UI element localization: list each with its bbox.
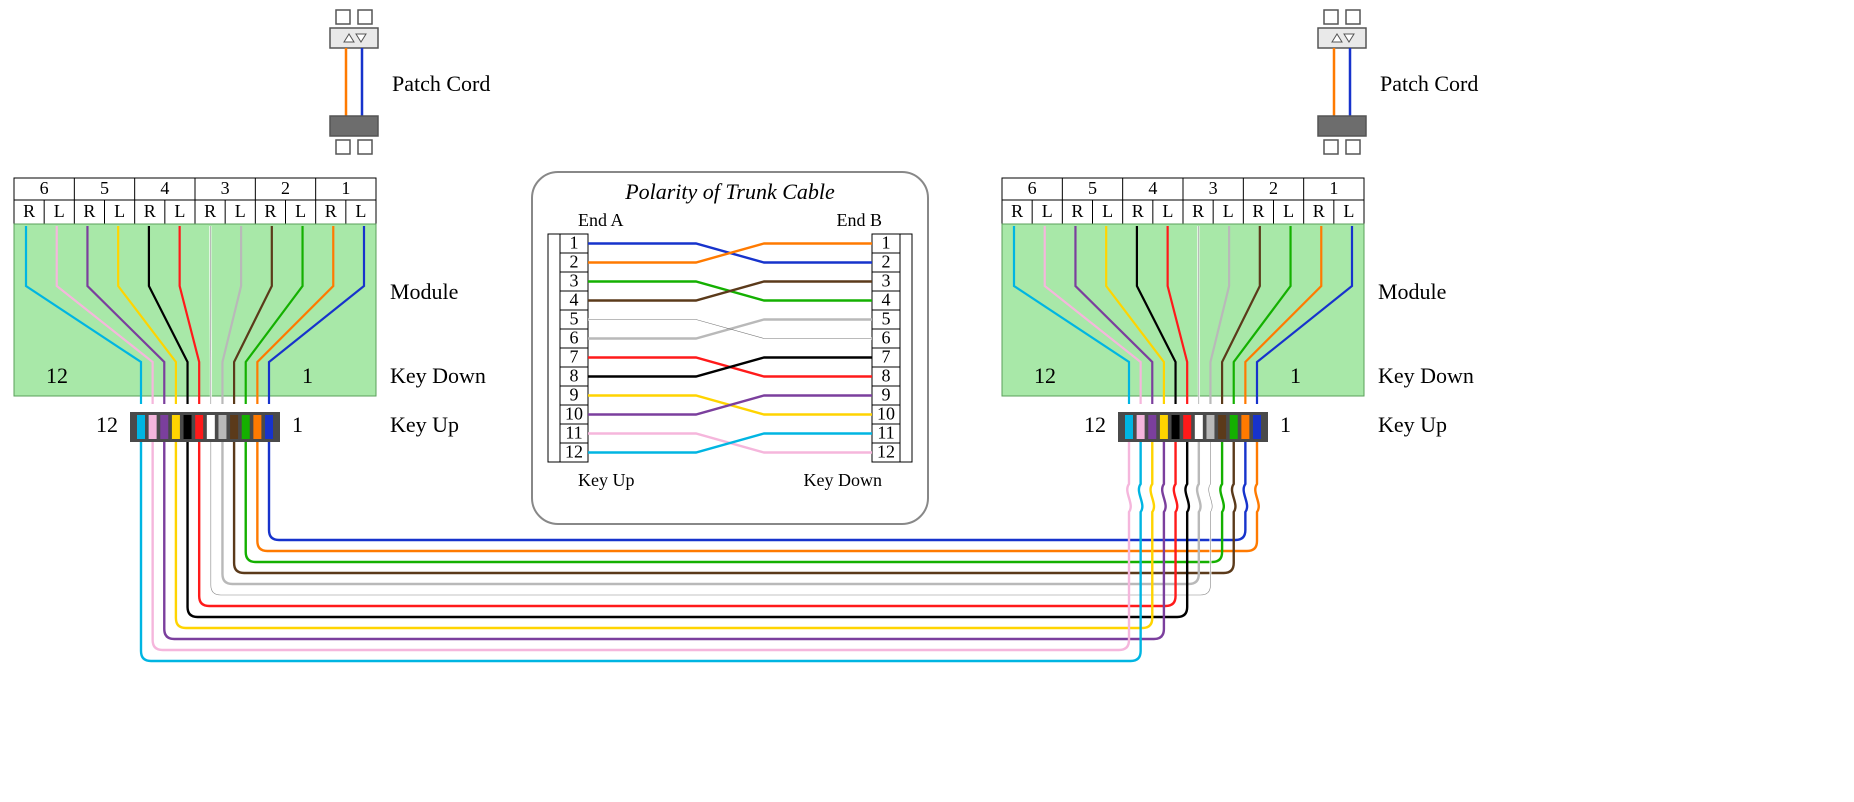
svg-text:8: 8 xyxy=(570,366,579,386)
svg-text:12: 12 xyxy=(1034,363,1056,388)
key-down-label: Key Down xyxy=(390,363,486,388)
svg-text:3: 3 xyxy=(221,178,230,198)
svg-text:L: L xyxy=(1042,201,1053,221)
svg-text:End A: End A xyxy=(578,210,624,230)
svg-text:4: 4 xyxy=(160,178,169,198)
svg-text:R: R xyxy=(1132,201,1144,221)
svg-text:L: L xyxy=(1343,201,1354,221)
svg-text:12: 12 xyxy=(1084,412,1106,437)
patch-cord: Patch Cord xyxy=(330,10,490,154)
svg-text:4: 4 xyxy=(570,290,579,310)
svg-text:12: 12 xyxy=(96,412,118,437)
svg-text:9: 9 xyxy=(570,385,579,405)
svg-text:R: R xyxy=(144,201,156,221)
svg-text:9: 9 xyxy=(882,385,891,405)
svg-text:2: 2 xyxy=(882,252,891,272)
svg-text:R: R xyxy=(1192,201,1204,221)
svg-text:1: 1 xyxy=(882,233,891,253)
svg-text:2: 2 xyxy=(1269,178,1278,198)
svg-text:L: L xyxy=(355,201,366,221)
patch-cord-label: Patch Cord xyxy=(392,71,490,96)
module-label: Module xyxy=(390,279,458,304)
svg-text:4: 4 xyxy=(882,290,891,310)
module-header: 6RL5RL4RL3RL2RL1RL xyxy=(1002,178,1364,224)
svg-text:R: R xyxy=(23,201,35,221)
module-label: Module xyxy=(1378,279,1446,304)
svg-text:4: 4 xyxy=(1148,178,1157,198)
svg-text:2: 2 xyxy=(570,252,579,272)
svg-text:10: 10 xyxy=(565,404,583,424)
svg-text:L: L xyxy=(1162,201,1173,221)
trunk-title: Polarity of Trunk Cable xyxy=(624,179,835,204)
svg-text:1: 1 xyxy=(1290,363,1301,388)
svg-text:12: 12 xyxy=(877,442,895,462)
module-header: 6RL5RL4RL3RL2RL1RL xyxy=(14,178,376,224)
svg-text:6: 6 xyxy=(1028,178,1037,198)
module-body xyxy=(1002,224,1364,396)
svg-text:6: 6 xyxy=(40,178,49,198)
svg-text:1: 1 xyxy=(302,363,313,388)
svg-text:Key Up: Key Up xyxy=(578,470,635,490)
svg-text:12: 12 xyxy=(46,363,68,388)
svg-text:10: 10 xyxy=(877,404,895,424)
svg-text:1: 1 xyxy=(292,412,303,437)
svg-text:6: 6 xyxy=(882,328,891,348)
svg-text:3: 3 xyxy=(1209,178,1218,198)
svg-text:1: 1 xyxy=(341,178,350,198)
svg-text:11: 11 xyxy=(565,423,582,443)
svg-text:R: R xyxy=(325,201,337,221)
key-up-label: Key Up xyxy=(390,412,459,437)
svg-text:1: 1 xyxy=(570,233,579,253)
key-up-label: Key Up xyxy=(1378,412,1447,437)
svg-text:5: 5 xyxy=(882,309,891,329)
key-down-label: Key Down xyxy=(1378,363,1474,388)
svg-text:L: L xyxy=(174,201,185,221)
svg-text:R: R xyxy=(1252,201,1264,221)
svg-text:R: R xyxy=(1071,201,1083,221)
svg-text:7: 7 xyxy=(882,347,891,367)
svg-text:R: R xyxy=(1011,201,1023,221)
svg-text:3: 3 xyxy=(882,271,891,291)
svg-text:7: 7 xyxy=(570,347,579,367)
svg-text:L: L xyxy=(1102,201,1113,221)
svg-text:2: 2 xyxy=(281,178,290,198)
svg-text:11: 11 xyxy=(877,423,894,443)
mtp-connector xyxy=(130,412,280,442)
svg-text:R: R xyxy=(264,201,276,221)
svg-text:5: 5 xyxy=(1088,178,1097,198)
svg-text:R: R xyxy=(204,201,216,221)
patch-cord-label: Patch Cord xyxy=(1380,71,1478,96)
svg-text:R: R xyxy=(1313,201,1325,221)
svg-text:6: 6 xyxy=(570,328,579,348)
svg-text:Key Down: Key Down xyxy=(804,470,883,490)
mtp-connector xyxy=(1118,412,1268,442)
svg-text:5: 5 xyxy=(570,309,579,329)
svg-text:End B: End B xyxy=(836,210,882,230)
svg-text:L: L xyxy=(295,201,306,221)
patch-cord: Patch Cord xyxy=(1318,10,1478,154)
svg-text:L: L xyxy=(1223,201,1234,221)
svg-text:8: 8 xyxy=(882,366,891,386)
svg-text:L: L xyxy=(1283,201,1294,221)
svg-text:1: 1 xyxy=(1280,412,1291,437)
svg-text:L: L xyxy=(114,201,125,221)
svg-text:5: 5 xyxy=(100,178,109,198)
module-body xyxy=(14,224,376,396)
diagram-root: Patch Cord6RL5RL4RL3RL2RL1RLModule121Key… xyxy=(0,0,1854,802)
svg-text:L: L xyxy=(235,201,246,221)
svg-text:12: 12 xyxy=(565,442,583,462)
svg-text:3: 3 xyxy=(570,271,579,291)
svg-text:1: 1 xyxy=(1329,178,1338,198)
svg-text:R: R xyxy=(83,201,95,221)
svg-text:L: L xyxy=(54,201,65,221)
